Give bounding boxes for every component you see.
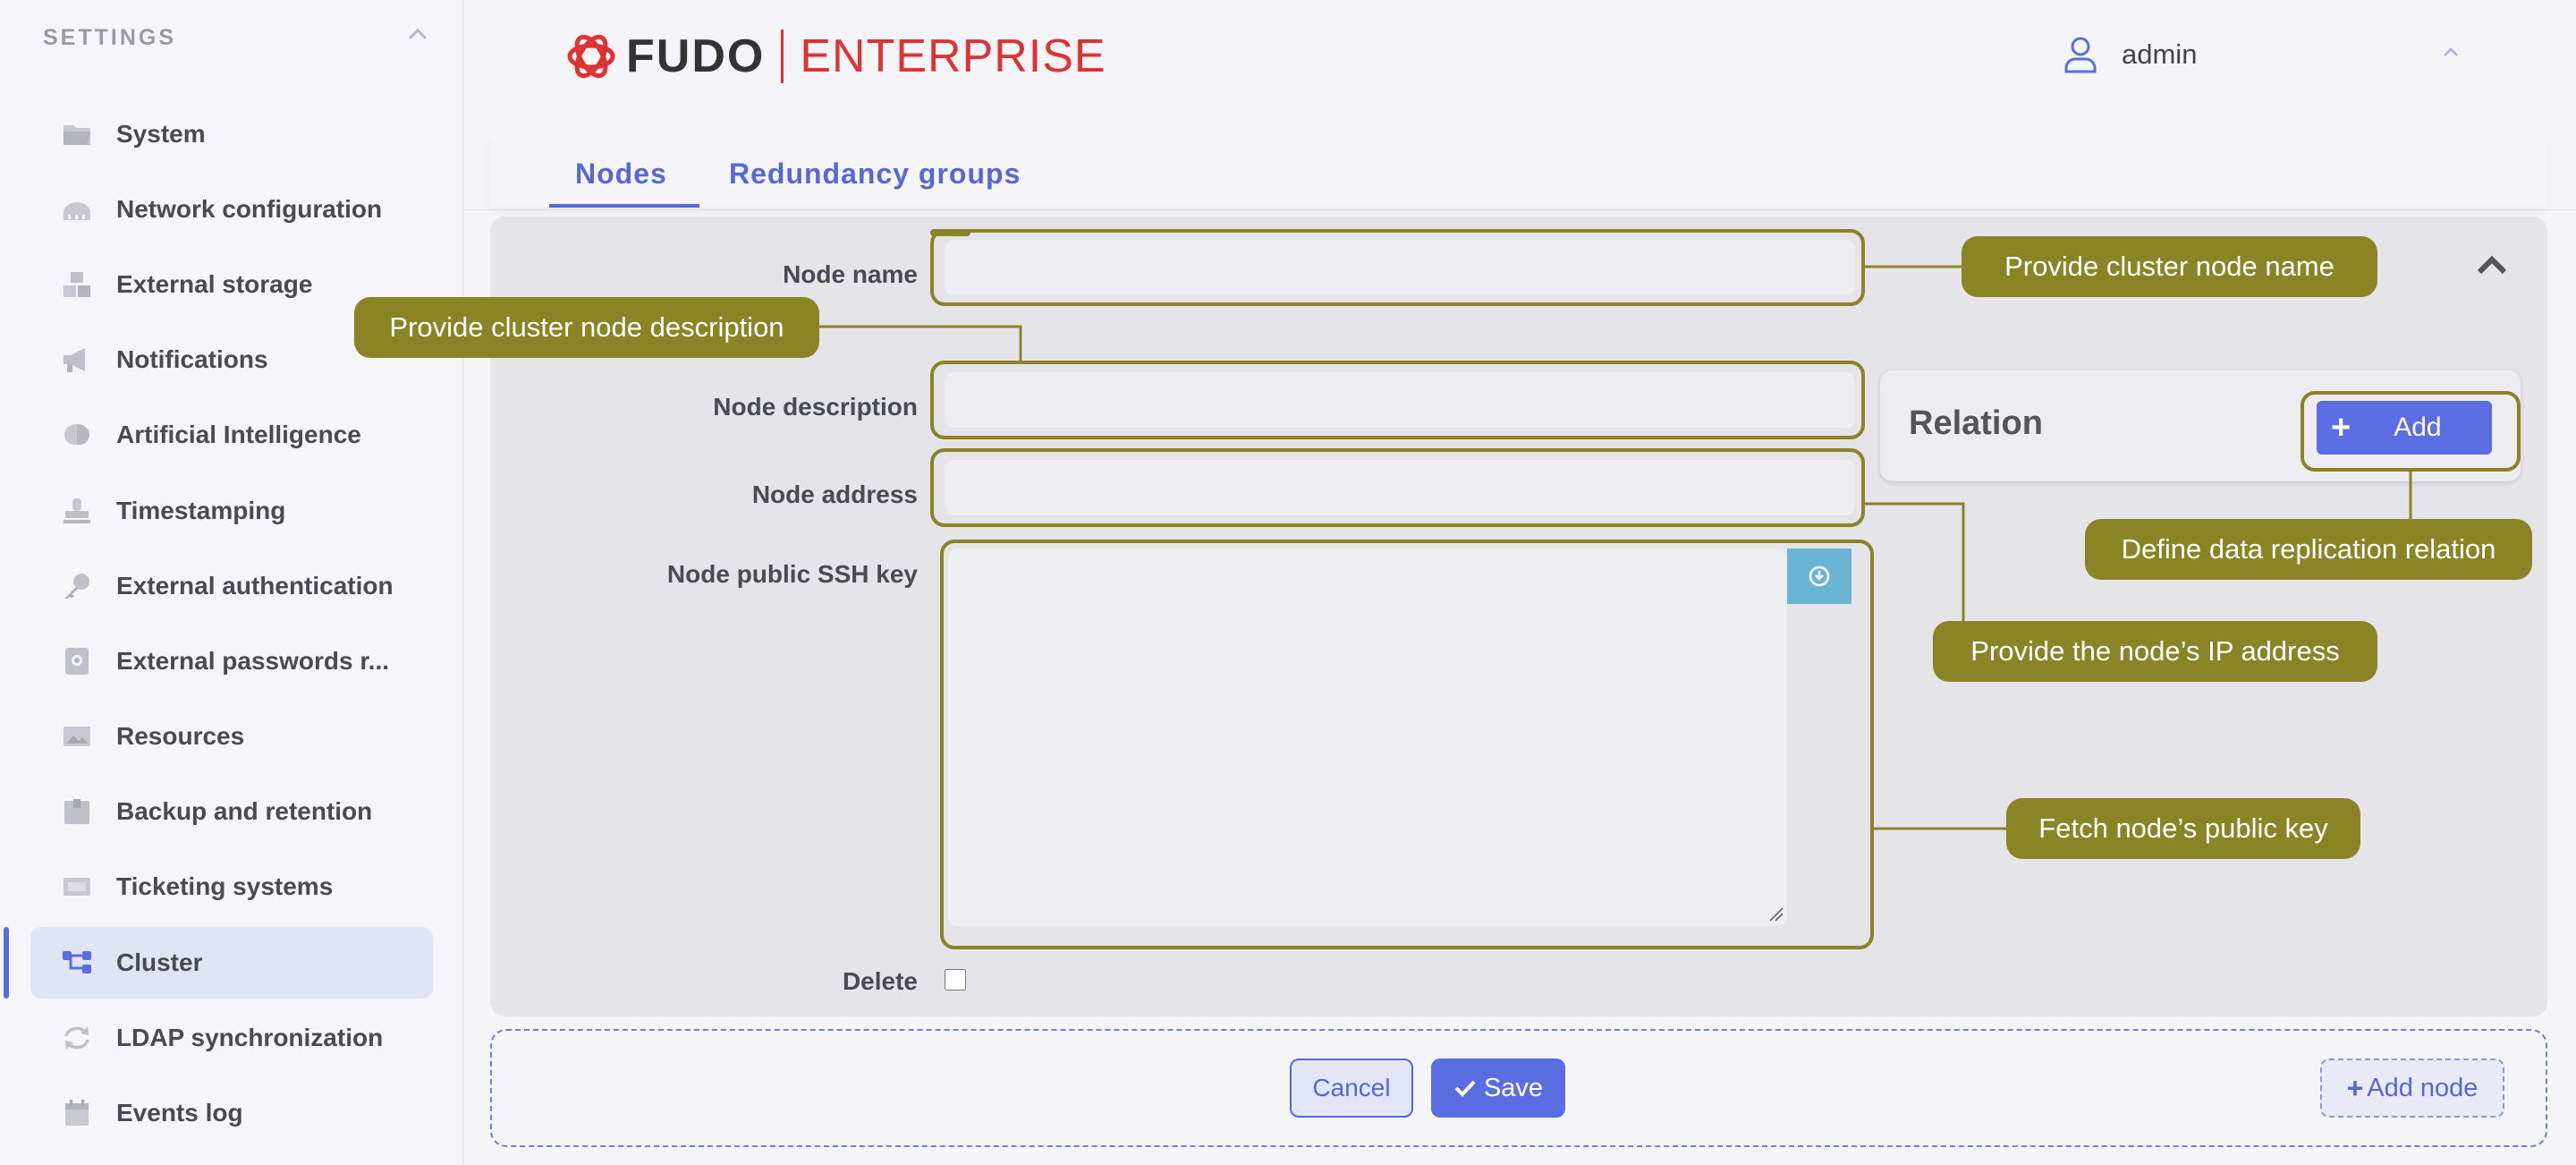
callout-connector-lines <box>818 265 2412 830</box>
plus-icon: + <box>2346 1071 2364 1104</box>
callout-node-name: Provide cluster node name <box>1962 236 2377 297</box>
cancel-button[interactable]: Cancel <box>1290 1059 1413 1118</box>
callout-node-description: Provide cluster node description <box>354 297 819 358</box>
add-node-label: Add node <box>2367 1073 2479 1102</box>
checkmark-icon <box>1454 1080 1476 1097</box>
save-button[interactable]: Save <box>1431 1059 1565 1118</box>
callout-relation: Define data replication relation <box>2085 519 2532 580</box>
add-node-button[interactable]: + Add node <box>2320 1059 2504 1118</box>
callout-ip-address: Provide the node’s IP address <box>1933 621 2377 682</box>
save-label: Save <box>1483 1073 1544 1102</box>
callout-public-key: Fetch node’s public key <box>2006 798 2360 859</box>
